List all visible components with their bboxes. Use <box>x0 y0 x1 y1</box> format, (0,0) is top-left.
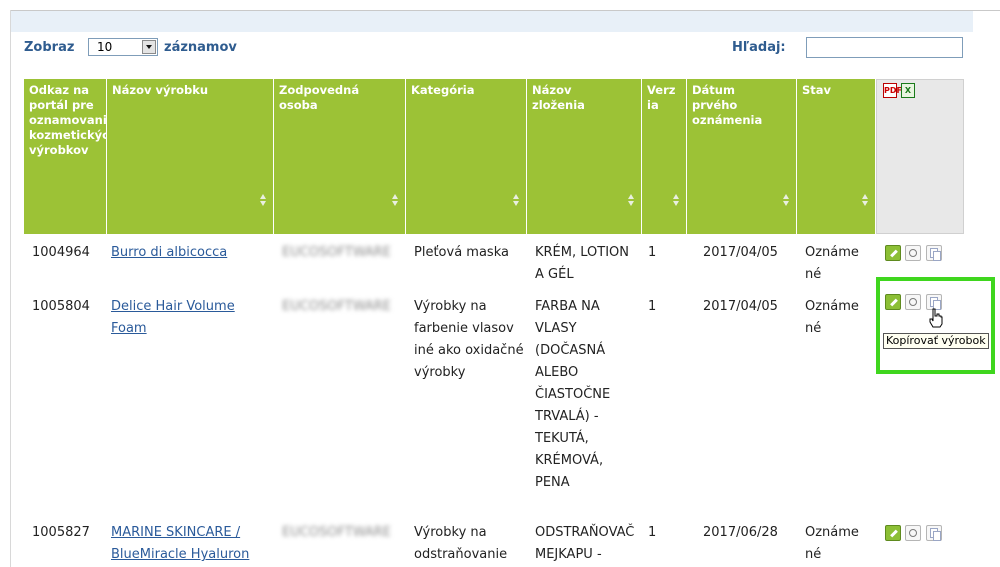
table-toolbar-band <box>11 11 973 32</box>
cell-category: Výrobky na odstraňovanie <box>414 525 508 562</box>
copy-icon[interactable] <box>926 525 942 541</box>
page-size-select[interactable]: 10 <box>88 38 158 56</box>
sort-icon <box>783 194 790 206</box>
cell-date: 2017/06/28 <box>703 525 778 540</box>
sort-icon <box>628 194 635 206</box>
product-name-link[interactable]: Burro di albicocca <box>111 242 227 264</box>
col-header-label: Odkaz na portál pre oznamovanie kozmetic… <box>29 83 118 157</box>
col-header-status[interactable]: Stav <box>797 79 875 234</box>
cell-responsible-person: EUCOSOFTWARE <box>282 245 391 260</box>
edit-icon[interactable] <box>885 525 901 541</box>
col-header-label: Názov výrobku <box>112 83 209 97</box>
cell-version: 1 <box>648 299 657 314</box>
view-icon[interactable] <box>905 245 921 261</box>
view-icon[interactable] <box>905 525 921 541</box>
col-header-category[interactable]: Kategória <box>406 79 526 234</box>
col-header-first-notification-date[interactable]: Dátum prvého oznámenia <box>687 79 796 234</box>
col-header-label: Dátum prvého oznámenia <box>692 83 763 127</box>
sort-icon <box>392 194 399 206</box>
page-frame-left <box>10 10 11 567</box>
sort-icon <box>513 194 520 206</box>
search-label: Hľadaj: <box>732 40 786 55</box>
cell-portal-ref: 1005827 <box>32 525 90 540</box>
cell-status: Oznámené <box>805 245 859 282</box>
show-label: Zobraz <box>24 40 75 55</box>
sort-icon <box>862 194 869 206</box>
cell-status: Oznámené <box>805 525 859 562</box>
col-header-export: PDF X <box>876 79 964 234</box>
col-header-product-name[interactable]: Názov výrobku <box>107 79 273 234</box>
col-header-formulation[interactable]: Názov zloženia <box>527 79 641 234</box>
copy-icon[interactable] <box>926 245 942 261</box>
chevron-down-icon[interactable] <box>142 40 156 54</box>
sort-icon <box>260 194 267 206</box>
excel-export-icon[interactable]: X <box>901 83 915 98</box>
col-header-label: Kategória <box>411 83 475 97</box>
cell-version: 1 <box>648 525 657 540</box>
records-label: záznamov <box>164 40 237 55</box>
cell-responsible-person: EUCOSOFTWARE <box>282 525 391 540</box>
sort-icon <box>673 194 680 206</box>
col-header-label: Názov zloženia <box>532 83 585 112</box>
col-header-portal-ref[interactable]: Odkaz na portál pre oznamovanie kozmetic… <box>24 79 118 234</box>
hand-cursor-icon <box>929 308 943 328</box>
col-header-responsible-person[interactable]: Zodpovedná osoba <box>274 79 405 234</box>
cell-portal-ref: 1005804 <box>32 299 90 314</box>
cell-formulation: ODSTRAŇOVAČ MEJKAPU - <box>535 525 635 562</box>
page-size-value: 10 <box>97 40 113 54</box>
cell-date: 2017/04/05 <box>703 299 778 314</box>
table-controls: Zobraz 10 záznamov Hľadaj: <box>24 37 964 59</box>
cell-portal-ref: 1004964 <box>32 245 90 260</box>
copy-product-tooltip: Kopírovať výrobok <box>883 333 989 349</box>
col-header-label: Verzia <box>647 83 676 112</box>
product-name-link[interactable]: Delice Hair Volume Foam <box>111 296 261 340</box>
pdf-export-icon[interactable]: PDF <box>883 83 902 98</box>
col-header-version[interactable]: Verzia <box>642 79 686 234</box>
col-header-label: Zodpovedná osoba <box>279 83 360 112</box>
cell-formulation: KRÉM, LOTION A GÉL <box>535 245 629 282</box>
cell-date: 2017/04/05 <box>703 245 778 260</box>
cell-responsible-person: EUCOSOFTWARE <box>282 299 391 314</box>
cell-status: Oznámené <box>805 299 859 336</box>
product-name-link[interactable]: MARINE SKINCARE / BlueMiracle Hyaluron <box>111 522 269 566</box>
cell-formulation: FARBA NA VLASY (DOČASNÁ ALEBO ČIASTOČNE … <box>535 299 611 490</box>
cell-category: Výrobky na farbenie vlasov iné ako oxida… <box>414 299 524 380</box>
cell-category: Pleťová maska <box>414 245 509 260</box>
col-header-label: Stav <box>802 83 832 97</box>
edit-icon[interactable] <box>885 245 901 261</box>
cell-version: 1 <box>648 245 657 260</box>
search-input[interactable] <box>806 37 963 58</box>
